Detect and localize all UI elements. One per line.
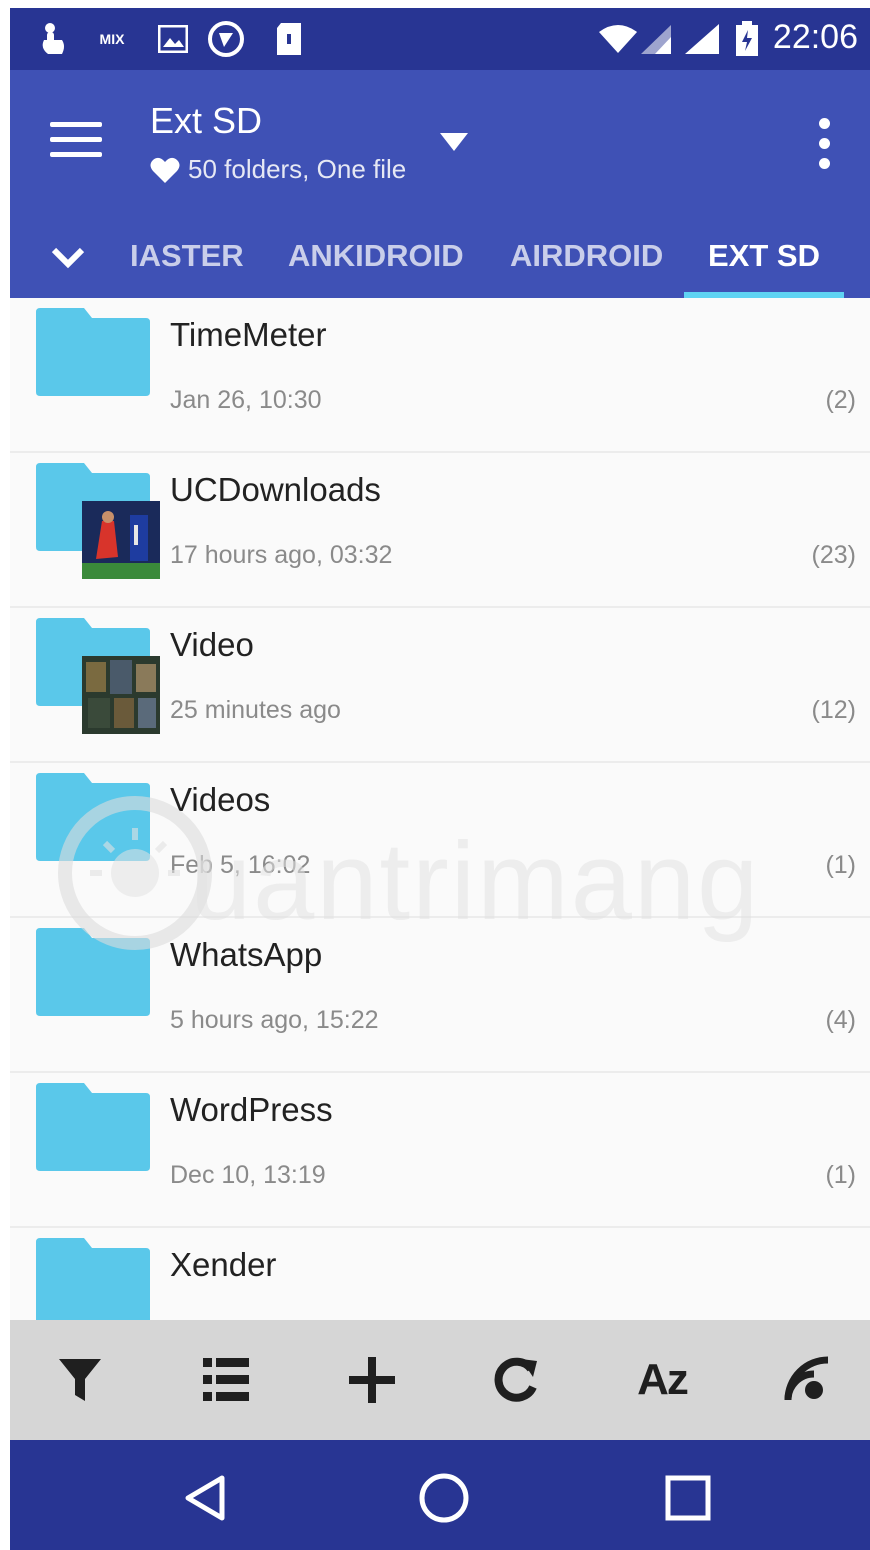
sort-button[interactable]: Az (630, 1348, 694, 1412)
folder-icon (36, 928, 150, 1016)
folder-name: WhatsApp (170, 936, 323, 973)
menu-icon-line (50, 137, 102, 142)
filter-button[interactable] (48, 1348, 112, 1412)
refresh-button[interactable] (484, 1348, 548, 1412)
folder-icon (36, 1083, 150, 1171)
filter-icon (59, 1359, 101, 1401)
more-vert-icon-dot (819, 138, 830, 149)
more-vert-icon (819, 118, 830, 129)
tab-airdroid[interactable]: AIRDROID (510, 238, 663, 274)
refresh-icon (494, 1357, 537, 1402)
status-time: 22:06 (772, 18, 858, 56)
folder-summary: 50 folders, One file (150, 154, 406, 185)
location-dropdown-button[interactable] (438, 130, 470, 154)
list-view-icon (203, 1358, 249, 1401)
mix-icon: MIX (99, 31, 125, 47)
vpn-icon (206, 21, 246, 57)
wireless-icon (784, 1356, 829, 1401)
wifi-icon (598, 22, 638, 56)
chevron-down-icon (51, 247, 85, 269)
recents-button[interactable] (660, 1470, 716, 1526)
list-item[interactable]: WordPress Dec 10, 13:19 (1) (10, 1073, 870, 1228)
sd-card-icon (272, 22, 306, 56)
folder-list: TimeMeter Jan 26, 10:30 (2) UCDownloads … (10, 298, 870, 1320)
folder-count: (1) (825, 851, 856, 879)
list-item[interactable]: Xender (10, 1228, 870, 1320)
folder-icon (36, 1238, 150, 1320)
folder-count: (4) (825, 1006, 856, 1034)
add-button[interactable] (340, 1348, 404, 1412)
list-item[interactable]: Videos Feb 5, 16:02 (1) (10, 763, 870, 918)
folder-name: Video (170, 626, 254, 663)
tab-master[interactable]: IASTER (130, 238, 244, 274)
menu-icon-line (50, 152, 102, 157)
folder-date: 5 hours ago, 15:22 (170, 1006, 379, 1034)
subtitle-text: 50 folders, One file (188, 154, 407, 184)
back-button[interactable] (178, 1470, 234, 1526)
navigation-bar (10, 1440, 870, 1550)
folder-count: (2) (825, 386, 856, 414)
signal-icon-1 (638, 22, 674, 56)
menu-button[interactable] (50, 118, 104, 162)
tab-ext-sd[interactable]: EXT SD (708, 238, 820, 274)
plus-icon (349, 1357, 395, 1403)
tabs-expand-button[interactable] (50, 242, 86, 272)
bottom-toolbar: Az (10, 1320, 870, 1440)
phone-screen: MIX 22:06 Ext SD 50 folders, One file IA… (10, 8, 870, 1550)
tab-bar: IASTER ANKIDROID AIRDROID EXT SD (10, 220, 870, 298)
folder-count: (23) (811, 541, 856, 569)
view-mode-button[interactable] (194, 1348, 258, 1412)
folder-icon (36, 773, 150, 861)
home-circle-icon (419, 1473, 469, 1523)
recents-square-icon (665, 1475, 711, 1521)
folder-name: TimeMeter (170, 316, 327, 353)
overflow-menu-button[interactable] (814, 114, 834, 174)
menu-icon (50, 122, 102, 127)
signal-icon-2 (682, 22, 722, 56)
folder-name: WordPress (170, 1091, 333, 1128)
triangle-down-icon (440, 133, 468, 151)
list-item[interactable]: TimeMeter Jan 26, 10:30 (2) (10, 298, 870, 453)
list-item[interactable]: Video 25 minutes ago (12) (10, 608, 870, 763)
list-item[interactable]: UCDownloads 17 hours ago, 03:32 (23) (10, 453, 870, 608)
folder-name: Videos (170, 781, 271, 818)
video-thumbnail (82, 501, 160, 579)
status-bar: MIX 22:06 (10, 8, 870, 70)
back-triangle-icon (185, 1475, 225, 1521)
heart-icon (150, 157, 180, 183)
app-bar: Ext SD 50 folders, One file IASTER ANKID… (10, 70, 870, 298)
folder-date: Jan 26, 10:30 (170, 386, 322, 414)
folder-count: (12) (811, 696, 856, 724)
more-vert-icon-dot (819, 158, 830, 169)
folder-date: 25 minutes ago (170, 696, 341, 724)
folder-icon (36, 308, 150, 396)
cast-button[interactable] (776, 1348, 840, 1412)
battery-icon (732, 21, 762, 56)
home-button[interactable] (416, 1470, 472, 1526)
folder-name: Xender (170, 1246, 277, 1283)
list-item[interactable]: WhatsApp 5 hours ago, 15:22 (4) (10, 918, 870, 1073)
page-title: Ext SD (150, 100, 263, 141)
touch-icon (36, 22, 70, 56)
folder-date: Dec 10, 13:19 (170, 1161, 326, 1189)
video-thumbnail (82, 656, 160, 734)
sort-az-icon: Az (637, 1355, 689, 1404)
folder-date: 17 hours ago, 03:32 (170, 541, 393, 569)
folder-name: UCDownloads (170, 471, 381, 508)
image-icon (156, 22, 190, 56)
tab-ankidroid[interactable]: ANKIDROID (288, 238, 464, 274)
folder-count: (1) (825, 1161, 856, 1189)
folder-date: Feb 5, 16:02 (170, 851, 311, 879)
